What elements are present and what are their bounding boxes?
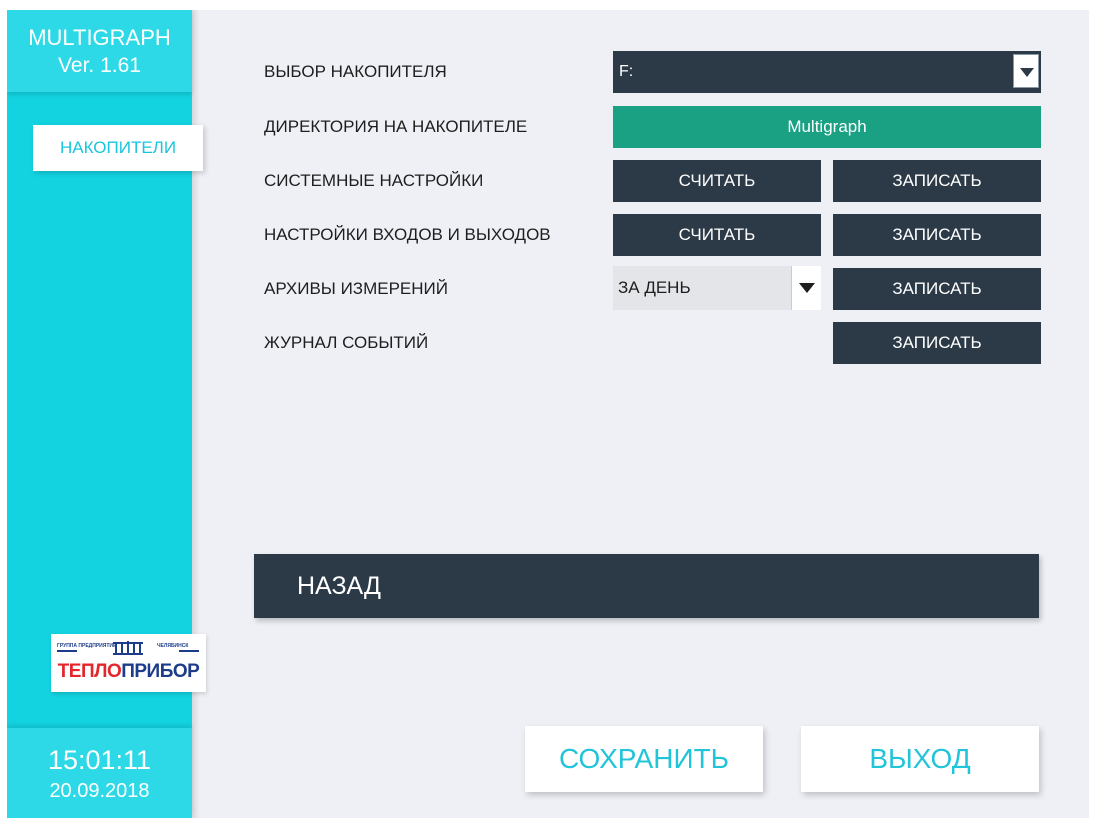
system-settings-write-button[interactable]: ЗАПИСАТЬ	[833, 160, 1041, 202]
exit-button[interactable]: ВЫХОД	[801, 726, 1039, 792]
io-settings-write-button[interactable]: ЗАПИСАТЬ	[833, 214, 1041, 256]
io-settings-read-button[interactable]: СЧИТАТЬ	[613, 214, 821, 256]
back-button[interactable]: НАЗАД	[254, 554, 1039, 618]
logo-wordmark-part2: ПРИБОР	[121, 661, 200, 682]
io-settings-label: НАСТРОЙКИ ВХОДОВ И ВЫХОДОВ	[264, 225, 551, 244]
directory-button[interactable]: Multigraph	[613, 106, 1041, 148]
back-button-label: НАЗАД	[297, 572, 381, 600]
save-button[interactable]: СОХРАНИТЬ	[525, 726, 763, 792]
archives-write-button[interactable]: ЗАПИСАТЬ	[833, 268, 1041, 310]
archive-period-value: ЗА ДЕНЬ	[618, 278, 691, 297]
event-log-write-button[interactable]: ЗАПИСАТЬ	[833, 322, 1041, 364]
directory-label: ДИРЕКТОРИЯ НА НАКОПИТЕЛЕ	[264, 117, 528, 136]
app-window: MULTIGRAPH Ver. 1.61 НАКОПИТЕЛИ ГРУППА П…	[7, 10, 1089, 818]
system-settings-read-button[interactable]: СЧИТАТЬ	[613, 160, 821, 202]
company-logo: ГРУППА ПРЕДПРИЯТИЙ ЧЕЛЯБИНСК ТЕПЛОПРИБОР	[51, 634, 206, 692]
clock-time: 15:01:11	[47, 745, 152, 775]
drive-select-value: F:	[619, 63, 634, 80]
system-settings-label: СИСТЕМНЫЕ НАСТРОЙКИ	[264, 171, 484, 190]
clock-panel: 15:01:11 20.09.2018	[7, 728, 192, 818]
clock-date: 20.09.2018	[49, 780, 150, 802]
drive-select[interactable]: F:	[613, 51, 1041, 93]
logo-wordmark-part1: ТЕПЛО	[57, 661, 122, 682]
logo-tagline-left: ГРУППА ПРЕДПРИЯТИЙ	[57, 643, 117, 649]
event-log-label: ЖУРНАЛ СОБЫТИЙ	[264, 333, 429, 352]
logo-divider	[57, 650, 77, 652]
dropdown-arrow-icon[interactable]	[791, 266, 821, 310]
app-title: MULTIGRAPH	[28, 25, 171, 50]
dropdown-arrow-icon[interactable]	[1013, 54, 1039, 88]
logo-wordmark: ТЕПЛОПРИБОР	[51, 661, 206, 683]
app-version: Ver. 1.61	[58, 54, 141, 77]
logo-tagline-right: ЧЕЛЯБИНСК	[157, 643, 189, 649]
app-header: MULTIGRAPH Ver. 1.61	[7, 10, 192, 92]
archives-label: АРХИВЫ ИЗМЕРЕНИЙ	[264, 279, 448, 298]
archive-period-select[interactable]: ЗА ДЕНЬ	[613, 266, 821, 310]
nav-tab-storage[interactable]: НАКОПИТЕЛИ	[33, 125, 203, 171]
logo-divider	[179, 650, 199, 652]
drive-select-label: ВЫБОР НАКОПИТЕЛЯ	[264, 62, 447, 81]
